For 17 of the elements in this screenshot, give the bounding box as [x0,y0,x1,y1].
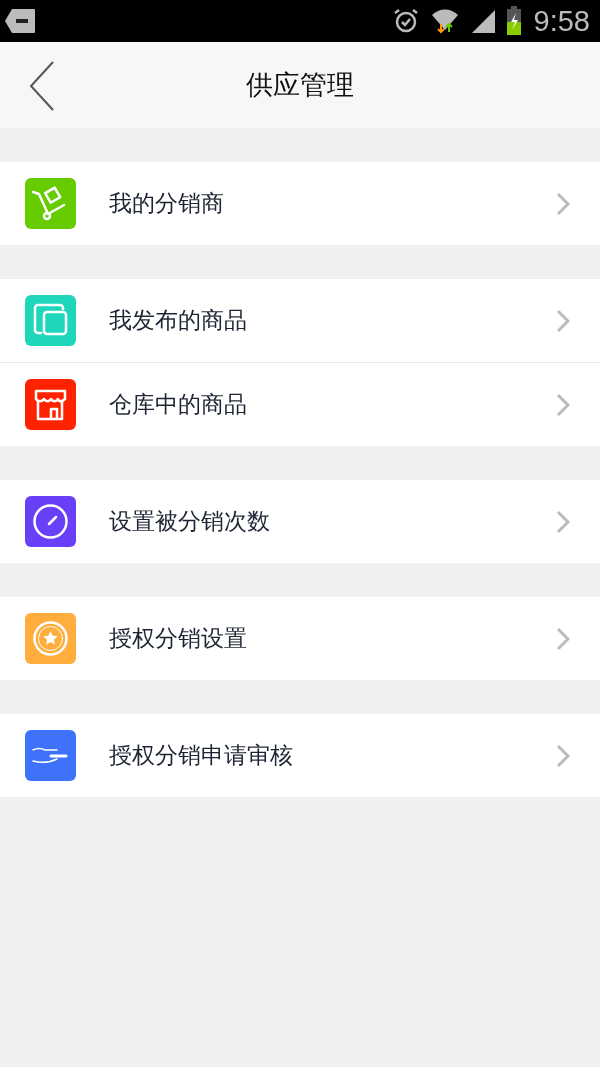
menu-item[interactable]: 仓库中的商品 [109,389,556,420]
menu-item[interactable]: 授权分销设置 [109,623,556,654]
battery-icon [505,6,522,36]
wifi-icon [429,6,460,36]
menu-item[interactable]: 我的分销商 [109,188,556,219]
chevron-icon [556,392,570,417]
chevron-icon [556,308,570,333]
notification-icon [4,8,36,34]
menu-item[interactable]: 授权分销申请审核 [109,740,556,771]
menu-item[interactable]: 我发布的商品 [109,305,556,336]
chevron-icon [556,191,570,216]
chevron-icon [556,626,570,651]
menu-item[interactable]: 设置被分销次数 [109,506,556,537]
chevron-icon [556,743,570,768]
chevron-icon [556,509,570,534]
page-title: 供应管理 [246,68,354,102]
status-time: 9:58 [533,4,590,38]
